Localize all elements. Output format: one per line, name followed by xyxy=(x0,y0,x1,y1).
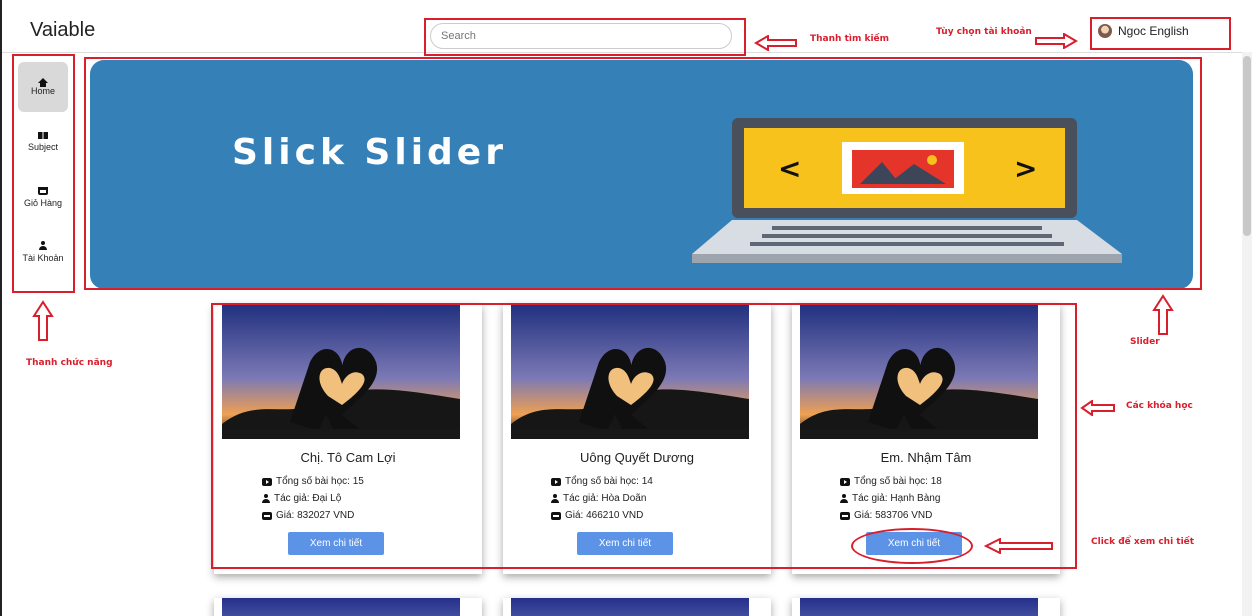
annotation-arrow-left-icon xyxy=(984,538,1053,554)
brand-logo[interactable]: Vaiable xyxy=(30,19,95,42)
annotation-ellipse-detail xyxy=(851,528,973,564)
scrollbar-thumb[interactable] xyxy=(1243,56,1251,236)
annotation-arrow-up-icon xyxy=(32,300,54,341)
annotation-box-sidebar xyxy=(12,54,75,293)
annotation-arrow-left-icon xyxy=(754,35,797,51)
annotation-box-slider xyxy=(84,57,1202,290)
course-thumbnail xyxy=(222,598,460,616)
annotation-arrow-left-icon xyxy=(1080,400,1115,416)
course-card-partial[interactable] xyxy=(214,598,482,616)
course-thumbnail xyxy=(511,598,749,616)
course-card-partial[interactable] xyxy=(792,598,1060,616)
annotation-arrow-right-icon xyxy=(1035,33,1078,49)
page: Vaiable Ngoc English Home Subject Giỏ Hà… xyxy=(0,0,1252,616)
annotation-label-detail: Click để xem chi tiết xyxy=(1091,537,1195,547)
annotation-label-slider: Slider xyxy=(1130,337,1160,347)
annotation-box-account xyxy=(1090,17,1231,50)
annotation-box-search xyxy=(424,18,746,56)
annotation-label-account: Tùy chọn tài khoản xyxy=(936,27,1032,37)
annotation-box-courses xyxy=(211,303,1077,569)
course-card-partial[interactable] xyxy=(503,598,771,616)
annotation-arrow-up-icon xyxy=(1152,294,1174,335)
annotation-label-courses: Các khóa học xyxy=(1126,401,1193,411)
course-thumbnail xyxy=(800,598,1038,616)
annotation-label-search: Thanh tìm kiếm xyxy=(810,34,890,44)
annotation-label-sidebar: Thanh chức năng xyxy=(26,358,113,368)
